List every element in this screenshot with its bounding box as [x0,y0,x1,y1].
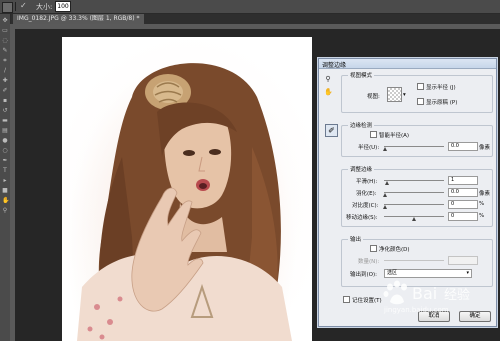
document-tab-bar: IMG_0182.JPG @ 33.3% (图层 1, RGB/8) * [10,14,500,24]
brush-tool-icon[interactable]: ✐ [2,88,8,94]
stamp-tool-icon[interactable]: ▪ [2,98,8,104]
view-mode-group: 视图模式 视图: ▾ 显示半径 (J) 显示原稿 (P) [341,71,493,113]
heal-tool-icon[interactable]: ✚ [2,78,8,84]
svg-text:Bai: Bai [412,284,437,303]
amount-label: 数量(N): [358,259,380,265]
size-label: 大小: [36,3,53,11]
checkmark-icon[interactable]: ✓ [20,1,27,10]
output-to-value: 选区 [387,270,398,276]
type-tool-icon[interactable]: T [2,168,8,174]
radius-label: 半径(U): [358,145,380,151]
dialog-title: 调整边缘 [322,62,347,69]
watermark: Bai 经验 jingyan.baidu.com [382,280,492,332]
radius-unit: 像素 [479,145,491,151]
move-tool-icon[interactable]: ✥ [2,18,8,24]
blur-tool-icon[interactable]: ● [2,138,8,144]
pen-tool-icon[interactable]: ✒ [2,158,8,164]
document-tab[interactable]: IMG_0182.JPG @ 33.3% (图层 1, RGB/8) * [13,14,144,24]
path-select-icon[interactable]: ▸ [2,178,8,184]
decontaminate-checkbox[interactable] [370,245,377,252]
adjust-edge-legend: 调整边缘 [350,167,373,173]
dropdown-arrow-icon: ▾ [466,270,469,276]
size-input[interactable]: 100 [55,1,71,12]
marquee-tool-icon[interactable]: ▭ [2,28,8,34]
smooth-slider[interactable] [384,180,444,181]
contrast-slider[interactable] [384,204,444,205]
zoom-tool-icon[interactable]: ⚲ [2,208,8,214]
shift-edge-unit: % [479,213,485,219]
hand-tool-icon[interactable]: ✋ [2,198,9,204]
view-mode-selector[interactable] [387,87,402,102]
view-dropdown-arrow-icon[interactable]: ▾ [403,92,406,98]
edge-detection-legend: 边缘检测 [350,123,373,129]
hand-icon[interactable]: ✋ [324,88,333,96]
output-legend: 输出 [350,237,362,243]
feather-slider[interactable] [384,192,444,193]
dodge-tool-icon[interactable]: ○ [2,148,8,154]
feather-slider-thumb[interactable] [383,193,387,197]
tool-preset-icon[interactable] [2,2,13,13]
shape-tool-icon[interactable]: ■ [2,188,8,194]
zoom-icon[interactable]: ⚲ [324,75,332,83]
smooth-slider-thumb[interactable] [385,181,389,185]
divider [15,2,16,11]
dialog-title-bar[interactable]: 调整边缘 [319,59,496,69]
show-original-label: 显示原稿 (P) [426,100,458,106]
amount-slider [384,260,444,261]
show-radius-checkbox[interactable] [417,83,424,90]
svg-text:经验: 经验 [444,287,470,303]
radius-input[interactable]: 0.0 [448,142,478,151]
feather-input[interactable]: 0.0 [448,188,478,197]
lasso-tool-icon[interactable]: ◌ [2,38,8,44]
eraser-tool-icon[interactable]: ▬ [2,118,8,124]
contrast-label: 对比度(C): [352,203,379,209]
options-bar: ✓ 大小: 100 [0,0,500,14]
history-brush-icon[interactable]: ↺ [2,108,8,114]
portrait-image [62,37,312,341]
contrast-input[interactable]: 0 [448,200,478,209]
eyedropper-tool-icon[interactable]: ∕ [2,68,8,74]
decontaminate-label: 净化颜色(D) [379,247,410,253]
edge-detection-group: 边缘检测 智能半径(A) 半径(U): 0.0 像素 [341,121,493,157]
show-original-checkbox[interactable] [417,98,424,105]
adjust-edge-group: 调整边缘 平滑(H): 1 羽化(E): 0.0 像素 对比度(C): 0 % … [341,165,493,227]
smooth-label: 平滑(H): [356,179,378,185]
refine-radius-brush-icon[interactable]: ✐ [325,124,338,137]
contrast-unit: % [479,201,485,207]
output-to-label: 输出到(O): [350,272,377,278]
quick-select-tool-icon[interactable]: ✎ [2,48,8,54]
feather-label: 羽化(E): [356,191,377,197]
smooth-input[interactable]: 1 [448,176,478,185]
gradient-tool-icon[interactable]: ▤ [2,128,8,134]
remember-settings-label: 记住设置(T) [352,298,382,304]
watermark-site: jingyan.baidu.com [384,306,449,314]
smart-radius-checkbox[interactable] [370,131,377,138]
amount-input [448,256,478,265]
smart-radius-label: 智能半径(A) [379,133,410,139]
output-to-select[interactable]: 选区 ▾ [384,269,472,278]
shift-edge-input[interactable]: 0 [448,212,478,221]
baidu-jingyan-logo: Bai 经验 [383,280,470,305]
crop-tool-icon[interactable]: ⌗ [2,58,8,64]
contrast-slider-thumb[interactable] [383,205,387,209]
shift-edge-slider-thumb[interactable] [412,217,416,221]
radius-slider[interactable] [384,146,444,147]
view-label: 视图: [367,94,380,100]
shift-edge-label: 移动边缘(S): [346,215,378,221]
radius-slider-thumb[interactable] [383,147,387,151]
feather-unit: 像素 [479,191,491,197]
show-radius-label: 显示半径 (J) [426,85,456,91]
remember-settings-checkbox[interactable] [343,296,350,303]
photo-canvas[interactable] [62,37,312,341]
view-mode-legend: 视图模式 [350,73,373,79]
